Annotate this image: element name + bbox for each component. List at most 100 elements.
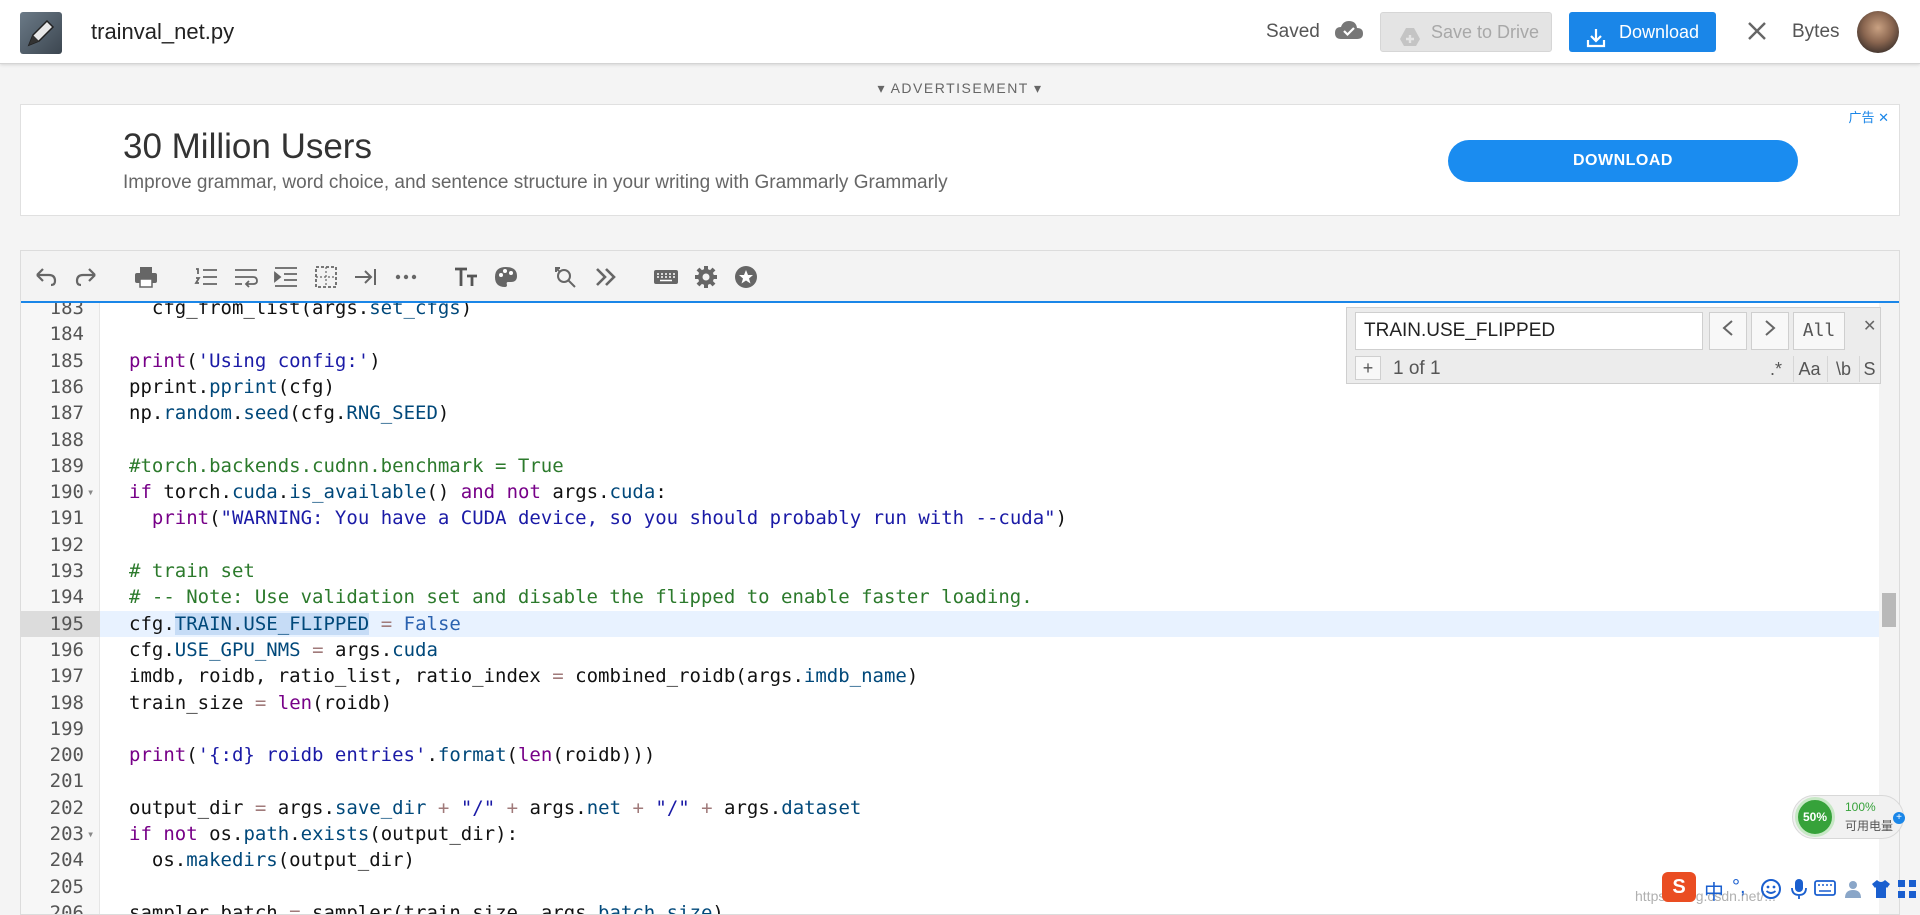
code-text[interactable]: pprint.pprint(cfg) (129, 374, 335, 400)
in-selection-toggle[interactable]: S (1859, 356, 1879, 382)
ime-logo[interactable]: S (1662, 872, 1696, 902)
line-number[interactable]: 197 (21, 663, 100, 689)
select-block-icon[interactable] (313, 265, 339, 289)
line-number[interactable]: 195 (21, 610, 100, 637)
code-line[interactable]: 189 #torch.backends.cudnn.benchmark = Tru… (21, 453, 1879, 479)
find-next-button[interactable] (1751, 312, 1789, 350)
code-line[interactable]: 194 # -- Note: Use validation set and dis… (21, 584, 1879, 610)
line-number[interactable]: 187 (21, 400, 100, 426)
code-text[interactable]: print('Using config:') (129, 348, 381, 374)
tab-icon[interactable] (353, 265, 379, 289)
find-all-button[interactable]: All (1793, 312, 1845, 350)
whole-word-toggle[interactable]: \b (1827, 356, 1859, 382)
line-number[interactable]: 183 (21, 303, 100, 321)
code-line[interactable]: 206 sampler_batch = sampler(train_size, a… (21, 900, 1879, 914)
ad-choices[interactable]: 广告 ✕ (1848, 107, 1889, 126)
code-line[interactable]: 204 os.makedirs(output_dir) (21, 847, 1879, 873)
emoji-icon[interactable] (1760, 878, 1782, 900)
ad-text[interactable]: Improve grammar, word choice, and senten… (123, 172, 948, 194)
fold-arrow-icon[interactable]: ▾ (87, 821, 94, 847)
ad-download-button[interactable]: DOWNLOAD (1448, 140, 1798, 182)
code-text[interactable]: #torch.backends.cudnn.benchmark = True (129, 453, 564, 479)
ad-banner[interactable]: 30 Million Users Improve grammar, word c… (20, 104, 1900, 216)
code-line[interactable]: 203 ▾ if not os.path.exists(output_dir): (21, 821, 1879, 847)
find-previous-button[interactable] (1709, 312, 1747, 350)
code-line[interactable]: 196 cfg.USE_GPU_NMS = args.cuda (21, 637, 1879, 663)
code-text[interactable]: train_size = len(roidb) (129, 690, 392, 716)
line-number[interactable]: 196 (21, 637, 100, 663)
ad-title[interactable]: 30 Million Users (123, 127, 372, 167)
code-line[interactable]: 188 (21, 427, 1879, 453)
grid-icon[interactable] (1896, 878, 1918, 900)
code-text[interactable]: # -- Note: Use validation set and disabl… (129, 584, 1033, 610)
code-line[interactable]: 187 np.random.seed(cfg.RNG_SEED) (21, 400, 1879, 426)
close-search-button[interactable]: ✕ (1863, 316, 1876, 336)
code-text[interactable]: cfg.USE_GPU_NMS = args.cuda (129, 637, 438, 663)
line-number[interactable]: 192 (21, 532, 100, 558)
palette-icon[interactable] (493, 265, 519, 289)
code-text[interactable]: if torch.cuda.is_available() and not arg… (129, 479, 667, 505)
case-toggle[interactable]: Aa (1793, 356, 1825, 382)
microphone-icon[interactable] (1790, 878, 1808, 900)
line-number[interactable]: 204 (21, 847, 100, 873)
star-icon[interactable] (733, 265, 759, 289)
line-numbers-icon[interactable] (193, 265, 219, 289)
code-line[interactable]: 190 ▾ if torch.cuda.is_available() and not… (21, 479, 1879, 505)
plus-icon[interactable]: + (1893, 812, 1905, 824)
battery-widget[interactable]: 50% 100% 可用电量 + (1792, 795, 1905, 839)
double-chevron-icon[interactable] (593, 265, 619, 289)
code-line[interactable]: 205 (21, 874, 1879, 900)
code-line[interactable]: 201 (21, 768, 1879, 794)
code-line[interactable]: 199 (21, 716, 1879, 742)
keyboard-icon[interactable] (1814, 879, 1836, 897)
code-line[interactable]: 202 output_dir = args.save_dir + "/" + ar… (21, 795, 1879, 821)
line-number[interactable]: 191 (21, 505, 100, 531)
code-text[interactable]: print('{:d} roidb entries'.format(len(ro… (129, 742, 655, 768)
shirt-icon[interactable] (1870, 878, 1892, 900)
line-number[interactable]: 188 (21, 427, 100, 453)
code-text[interactable]: os.makedirs(output_dir) (129, 847, 415, 873)
print-icon[interactable] (133, 265, 159, 289)
code-line[interactable]: 200 print('{:d} roidb entries'.format(len… (21, 742, 1879, 768)
gear-icon[interactable] (693, 265, 719, 289)
code-text[interactable]: print("WARNING: You have a CUDA device, … (129, 505, 1067, 531)
regex-toggle[interactable]: .* (1761, 356, 1791, 382)
code-line[interactable]: 191 print("WARNING: You have a CUDA devi… (21, 505, 1879, 531)
undo-icon[interactable] (33, 265, 59, 289)
line-number[interactable]: 199 (21, 716, 100, 742)
user-icon[interactable] (1842, 878, 1864, 900)
word-wrap-icon[interactable] (233, 265, 259, 289)
close-icon[interactable] (1745, 19, 1769, 48)
code-line[interactable]: 198 train_size = len(roidb) (21, 690, 1879, 716)
code-text[interactable]: np.random.seed(cfg.RNG_SEED) (129, 400, 449, 426)
more-icon[interactable] (393, 265, 419, 289)
indent-icon[interactable] (273, 265, 299, 289)
avatar[interactable] (1857, 11, 1899, 53)
keyboard-icon[interactable] (653, 265, 679, 289)
line-number[interactable]: 186 (21, 374, 100, 400)
code-line[interactable]: 193 # train set (21, 558, 1879, 584)
font-size-icon[interactable] (453, 265, 479, 289)
line-number[interactable]: 194 (21, 584, 100, 610)
code-text[interactable]: sampler_batch = sampler(train_size, args… (129, 900, 724, 914)
code-text[interactable]: cfg.TRAIN.USE_FLIPPED = False (129, 611, 461, 637)
line-number[interactable]: 202 (21, 795, 100, 821)
code-text[interactable]: # train set (129, 558, 255, 584)
file-name[interactable]: trainval_net.py (91, 19, 234, 45)
line-number[interactable]: 201 (21, 768, 100, 794)
line-number[interactable]: 193 (21, 558, 100, 584)
code-text[interactable]: cfg_from_list(args.set_cfgs) (129, 303, 472, 321)
code-text[interactable]: imdb, roidb, ratio_list, ratio_index = c… (129, 663, 918, 689)
line-number[interactable]: 200 (21, 742, 100, 768)
line-number[interactable]: 184 (21, 321, 100, 347)
ime-language[interactable]: 中 (1704, 876, 1724, 905)
fold-arrow-icon[interactable]: ▾ (87, 479, 94, 505)
ime-punctuation[interactable]: °, (1732, 876, 1746, 899)
code-line[interactable]: 192 (21, 532, 1879, 558)
search-input[interactable]: TRAIN.USE_FLIPPED (1355, 312, 1703, 350)
user-name[interactable]: Bytes (1792, 21, 1840, 43)
app-logo[interactable] (20, 12, 62, 54)
code-line[interactable]: 195 cfg.TRAIN.USE_FLIPPED = False (21, 610, 1879, 637)
code-area[interactable]: 183 cfg_from_list(args.set_cfgs) 184 185 pr… (21, 303, 1899, 914)
search-replace-icon[interactable] (553, 265, 579, 289)
